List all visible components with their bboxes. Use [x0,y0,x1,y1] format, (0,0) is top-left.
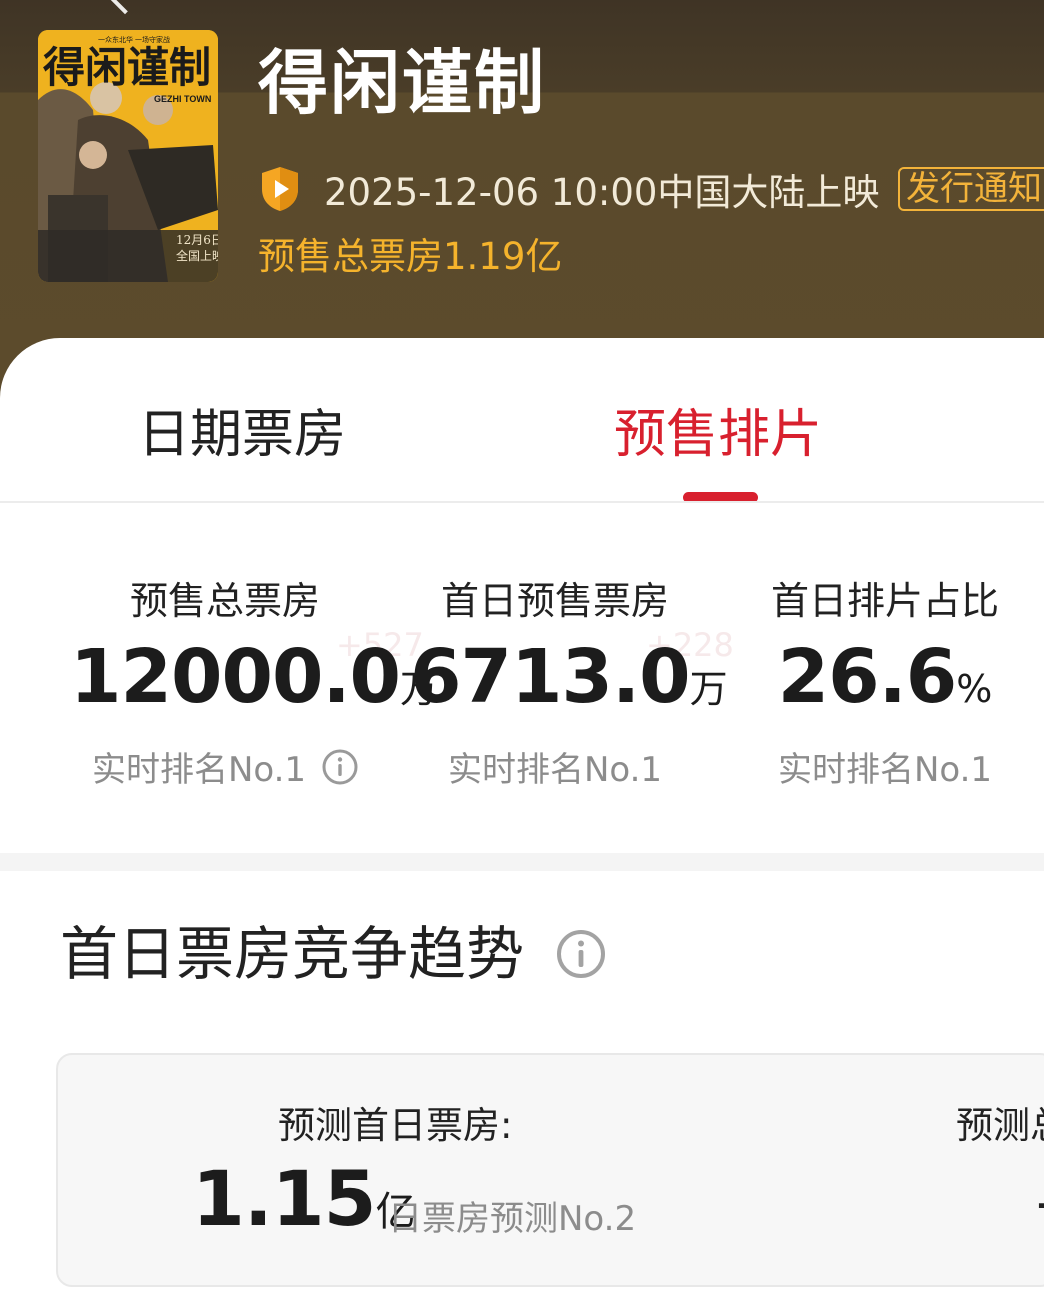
forecast-number: 1.15 [192,1154,377,1243]
stat-label: 首日排片占比 [770,579,999,623]
stat-unit: 万 [689,667,728,711]
stat-unit: % [956,667,993,711]
info-icon[interactable] [322,749,358,785]
stat-rank-text: 实时排名No.1 [91,750,307,790]
forecast-total-label: 预测总 [956,1104,1044,1147]
poster-release-note-1: 12月6日 [176,233,218,247]
stat-presale-total: 预售总票房 12000.0万 实时排名No.1 [70,578,438,791]
shield-play-icon [262,167,298,211]
stat-first-day-presale: 首日预售票房 6713.0万 实时排名No.1 [410,578,728,791]
stat-value: 26.6% [740,640,1030,732]
stat-value: 6713.0万 [410,640,728,732]
movie-poster[interactable]: 得闲谨制 GEZHI TOWN 一众东北华 一场守家战 12月6日 全国上映 [38,30,218,282]
stat-number: 12000.0 [70,634,401,720]
stat-rank-text: 实时排名No.1 [447,750,663,790]
tab-date-box-office[interactable]: 日期票房 [138,392,346,467]
stat-number: 26.6 [777,634,958,720]
box-office-card: 日期票房 预售排片 +527 +228 预售总票房 12000.0万 实时排名N… [0,338,1044,853]
first-day-trend-section: 首日票房竞争趋势 预测首日票房: 1.15亿 日票房预测No.2 预测总 - [0,871,1044,1312]
poster-subtitle: GEZHI TOWN [154,94,211,104]
release-info-row: 2025-12-06 10:00中国大陆上映 [258,164,879,214]
forecast-card[interactable]: 预测首日票房: 1.15亿 日票房预测No.2 预测总 - [56,1053,1044,1287]
stat-rank-text: 实时排名No.1 [777,750,993,790]
forecast-rank: 日票房预测No.2 [388,1199,637,1239]
poster-artwork: 得闲谨制 GEZHI TOWN 一众东北华 一场守家战 12月6日 全国上映 [38,30,218,282]
forecast-total-value: - [1036,1167,1044,1237]
poster-title-art: 得闲谨制 [43,43,211,92]
tab-divider [0,501,1044,503]
stat-first-day-schedule-share: 首日排片占比 26.6% 实时排名No.1 [740,578,1030,791]
stat-rank: 实时排名No.1 [410,742,700,791]
movie-title: 得闲谨制 [258,42,546,124]
forecast-value: 1.15亿 [192,1159,416,1260]
poster-tagline: 一众东北华 一场守家战 [98,35,170,44]
stat-rank: 实时排名No.1 [740,742,1030,791]
tab-presale-schedule[interactable]: 预售排片 [614,392,822,467]
stat-value: 12000.0万 [70,640,438,732]
section-title: 首日票房竞争趋势 [60,920,525,988]
info-icon[interactable] [556,929,606,979]
presale-total-text: 预售总票房1.19亿 [258,235,563,278]
release-notice-button[interactable]: 发行通知 [898,167,1044,211]
stat-label: 预售总票房 [129,579,320,623]
poster-release-note-2: 全国上映 [176,248,218,263]
stat-rank: 实时排名No.1 [70,742,380,791]
stat-label: 首日预售票房 [440,579,669,623]
back-chevron-icon[interactable] [103,0,147,15]
stat-number: 6713.0 [410,634,691,720]
forecast-label: 预测首日票房: [278,1104,513,1147]
release-date-text: 2025-12-06 10:00中国大陆上映 [324,171,880,214]
